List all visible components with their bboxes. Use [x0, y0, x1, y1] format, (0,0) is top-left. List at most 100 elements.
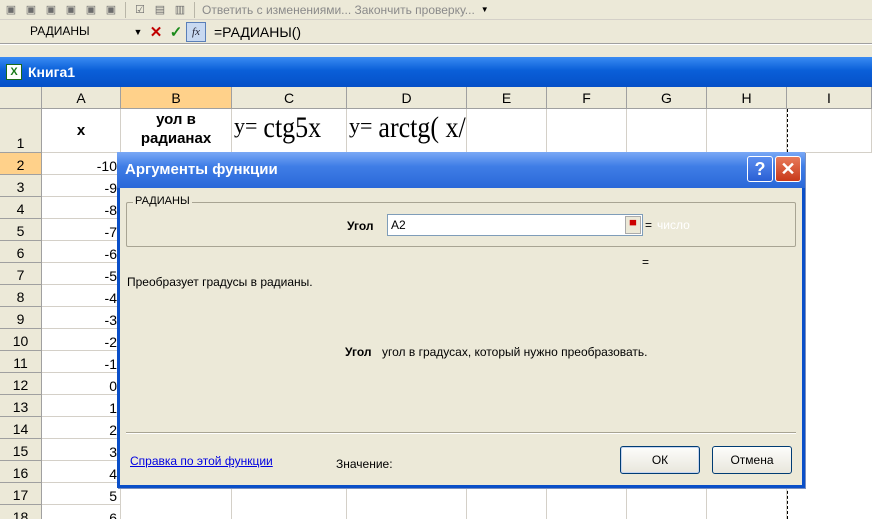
ok-button[interactable]: ОК	[620, 446, 700, 474]
toolbar-icon-6[interactable]: ▣	[102, 1, 120, 19]
select-all-corner[interactable]	[0, 87, 42, 109]
row-header[interactable]: 18	[0, 505, 42, 519]
toolbar-dropdown-icon[interactable]: ▼	[481, 5, 489, 14]
formula-bar: РАДИАНЫ ▼ ✕ ✓ fx =РАДИАНЫ()	[0, 20, 872, 44]
cell-a15[interactable]: 3	[42, 439, 121, 461]
share-icon[interactable]: ▥	[171, 1, 189, 19]
cell-a1[interactable]: x	[42, 109, 121, 153]
column-header-f[interactable]: F	[547, 87, 627, 109]
dialog-divider	[126, 432, 796, 434]
cell-d1[interactable]: y= arctg( x/2)	[347, 109, 467, 153]
column-header-i[interactable]: I	[787, 87, 872, 109]
function-arguments-dialog: Аргументы функции ? ✕ РАДИАНЫ Угол A2 ▀ …	[117, 152, 805, 488]
row-header[interactable]: 6	[0, 241, 42, 263]
collapse-dialog-icon[interactable]: ▀	[625, 216, 641, 234]
workbook-title: Книга1	[28, 64, 76, 80]
row-header[interactable]: 7	[0, 263, 42, 285]
help-link[interactable]: Справка по этой функции	[130, 454, 273, 468]
review-toolbar: ▣ ▣ ▣ ▣ ▣ ▣ ☑ ▤ ▥ Ответить с изменениями…	[0, 0, 872, 20]
insert-function-icon[interactable]: fx	[186, 21, 206, 42]
cell-a8[interactable]: -4	[42, 285, 121, 307]
enter-formula-icon[interactable]: ✓	[166, 23, 186, 41]
cell-f1[interactable]	[547, 109, 627, 153]
angle-input[interactable]: A2 ▀	[387, 214, 643, 236]
toolbar-icon-3[interactable]: ▣	[42, 1, 60, 19]
cell-a13[interactable]: 1	[42, 395, 121, 417]
row-header[interactable]: 3	[0, 175, 42, 197]
cell-a9[interactable]: -3	[42, 307, 121, 329]
value-label: Значение:	[336, 457, 393, 471]
cell-a3[interactable]: -9	[42, 175, 121, 197]
row-header[interactable]: 4	[0, 197, 42, 219]
dialog-title[interactable]: Аргументы функции	[117, 152, 805, 188]
cell-h1[interactable]	[707, 109, 787, 153]
formula-input[interactable]: =РАДИАНЫ()	[206, 24, 301, 40]
row-header[interactable]: 1	[0, 109, 42, 153]
column-header-e[interactable]: E	[467, 87, 547, 109]
cell-a18[interactable]: 6	[42, 505, 121, 519]
workspace-gap	[0, 45, 872, 57]
help-icon[interactable]: ?	[747, 156, 773, 182]
cell-c1-formula: ctg5x	[263, 110, 322, 145]
cell-e1[interactable]	[467, 109, 547, 153]
toolbar-icon-4[interactable]: ▣	[62, 1, 80, 19]
cell-a17[interactable]: 5	[42, 483, 121, 505]
review-reply-label[interactable]: Ответить с изменениями... Закончить пров…	[200, 3, 475, 17]
toolbar-separator	[194, 1, 195, 18]
cancel-formula-icon[interactable]: ✕	[146, 23, 166, 41]
toolbar-icon-5[interactable]: ▣	[82, 1, 100, 19]
row-header[interactable]: 11	[0, 351, 42, 373]
cell-a6[interactable]: -6	[42, 241, 121, 263]
row-header[interactable]: 16	[0, 461, 42, 483]
column-header-b[interactable]: B	[121, 87, 232, 109]
cell-a2[interactable]: -10	[42, 153, 121, 175]
row-header[interactable]: 5	[0, 219, 42, 241]
cell-b1[interactable]: уол в радианах	[121, 109, 232, 153]
cell-i1[interactable]	[787, 109, 872, 153]
cell-a4[interactable]: -8	[42, 197, 121, 219]
toolbar-icon-2[interactable]: ▣	[22, 1, 40, 19]
excel-icon: X	[6, 64, 22, 80]
arg-description-name: Угол	[345, 345, 372, 359]
row-header[interactable]: 13	[0, 395, 42, 417]
cell-a7[interactable]: -5	[42, 263, 121, 285]
row-header[interactable]: 2	[0, 153, 42, 175]
row-header[interactable]: 14	[0, 417, 42, 439]
row-header[interactable]: 8	[0, 285, 42, 307]
angle-input-value: A2	[391, 218, 406, 232]
arg-equals: =	[645, 218, 653, 232]
track-changes-icon[interactable]: ☑	[131, 1, 149, 19]
name-box[interactable]: РАДИАНЫ	[0, 22, 130, 42]
row-header[interactable]: 15	[0, 439, 42, 461]
column-header-d[interactable]: D	[347, 87, 467, 109]
cell-g1[interactable]	[627, 109, 707, 153]
toolbar-separator	[125, 1, 126, 18]
column-header-g[interactable]: G	[627, 87, 707, 109]
workbook-titlebar[interactable]: X Книга1	[0, 57, 872, 87]
cell-a11[interactable]: -1	[42, 351, 121, 373]
result-equals: =	[642, 255, 650, 269]
name-box-dropdown-icon[interactable]: ▼	[130, 27, 146, 37]
arg-description-text: угол в градусах, который нужно преобразо…	[382, 345, 648, 359]
cell-a12[interactable]: 0	[42, 373, 121, 395]
row-header[interactable]: 9	[0, 307, 42, 329]
cell-c1-prefix: y=	[234, 113, 258, 138]
row-header[interactable]: 12	[0, 373, 42, 395]
column-header-h[interactable]: H	[707, 87, 787, 109]
cell-c1[interactable]: y= ctg5x	[232, 109, 347, 153]
compare-icon[interactable]: ▤	[151, 1, 169, 19]
close-icon[interactable]: ✕	[775, 156, 801, 182]
cancel-button[interactable]: Отмена	[712, 446, 792, 474]
cell-a16[interactable]: 4	[42, 461, 121, 483]
column-header-a[interactable]: A	[42, 87, 121, 109]
row-header[interactable]: 10	[0, 329, 42, 351]
column-header-c[interactable]: C	[232, 87, 347, 109]
toolbar-icon-1[interactable]: ▣	[2, 1, 20, 19]
arg-result: число	[657, 218, 690, 232]
cell-a14[interactable]: 2	[42, 417, 121, 439]
function-description: Преобразует градусы в радианы.	[127, 275, 313, 289]
cell-a10[interactable]: -2	[42, 329, 121, 351]
cell-d1-prefix: y=	[349, 113, 373, 138]
cell-a5[interactable]: -7	[42, 219, 121, 241]
row-header[interactable]: 17	[0, 483, 42, 505]
